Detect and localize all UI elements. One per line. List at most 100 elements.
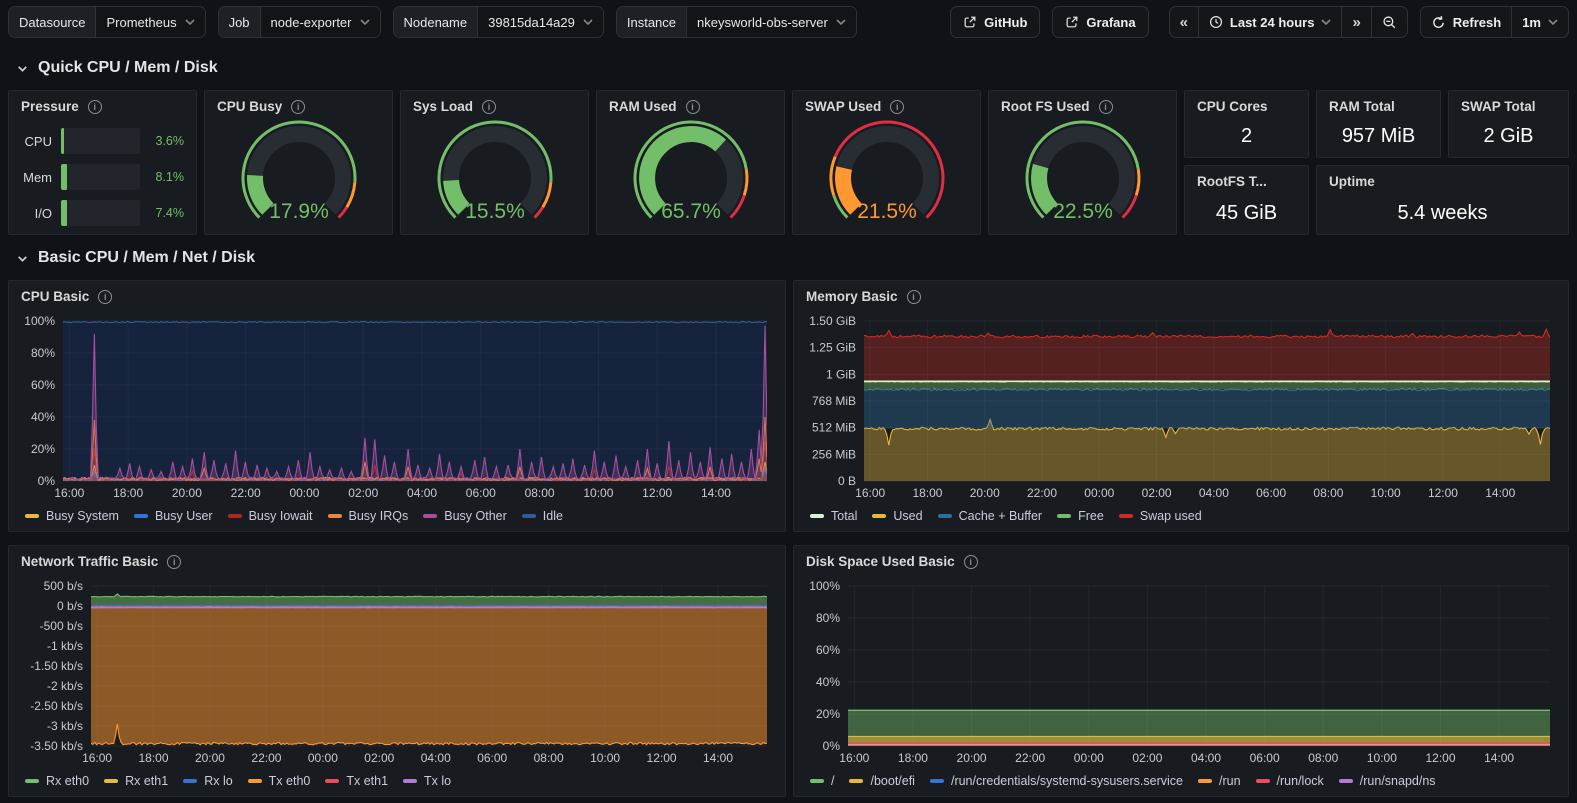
chart-canvas[interactable]: 0%20%40%60%80%100%16:0018:0020:0022:0000… [802, 580, 1560, 768]
legend-item[interactable]: Total [810, 509, 857, 523]
legend-swatch [522, 514, 536, 518]
panel-header[interactable]: CPU Cores [1197, 99, 1268, 114]
legend-item[interactable]: Swap used [1119, 509, 1202, 523]
panel-header[interactable]: Sys Load i [413, 99, 496, 114]
time-shift-back-button[interactable]: « [1170, 7, 1199, 37]
time-shift-forward-button[interactable]: » [1342, 7, 1371, 37]
x-axis-label: 12:00 [642, 486, 672, 500]
zoom-out-icon [1382, 15, 1397, 30]
panel-header[interactable]: CPU Basic i [21, 289, 112, 304]
panel-uptime: Uptime 5.4 weeks [1316, 165, 1569, 235]
legend-label: Tx eth0 [269, 774, 311, 788]
info-icon[interactable]: i [98, 290, 112, 304]
info-icon[interactable]: i [907, 290, 921, 304]
panel-header[interactable]: SWAP Total [1461, 99, 1536, 114]
disk-space-used-basic-chart[interactable]: 0%20%40%60%80%100%16:0018:0020:0022:0000… [802, 580, 1560, 768]
info-icon[interactable]: i [482, 100, 496, 114]
legend-item[interactable]: /run [1198, 774, 1241, 788]
legend-item[interactable]: Rx eth1 [104, 774, 168, 788]
x-axis-label: 22:00 [1027, 486, 1057, 500]
variable-nodename-value[interactable]: 39815da14a29 [478, 7, 603, 37]
y-axis-label: 20% [816, 707, 840, 721]
panel-header[interactable]: RAM Used i [609, 99, 700, 114]
variable-instance-value[interactable]: nkeysworld-obs-server [687, 7, 856, 37]
chart-canvas[interactable]: 0 B256 MiB512 MiB768 MiB1 GiB1.25 GiB1.5… [802, 315, 1560, 503]
legend-item[interactable]: Busy User [134, 509, 213, 523]
legend-item[interactable]: Tx lo [403, 774, 451, 788]
variable-job-value[interactable]: node-exporter [261, 7, 380, 37]
legend-item[interactable]: /boot/efi [849, 774, 914, 788]
refresh-button[interactable]: Refresh [1421, 7, 1512, 37]
panel-header[interactable]: Network Traffic Basic i [21, 554, 181, 569]
panel-header[interactable]: Uptime [1329, 174, 1375, 189]
variable-datasource-value[interactable]: Prometheus [96, 7, 204, 37]
ram-used-gauge: 65.7% [597, 117, 784, 232]
panel-header[interactable]: Disk Space Used Basic i [806, 554, 978, 569]
info-icon[interactable]: i [167, 555, 181, 569]
grafana-link-button[interactable]: Grafana [1052, 6, 1148, 38]
refresh-label: Refresh [1453, 15, 1501, 30]
legend-item[interactable]: / [810, 774, 834, 788]
legend-item[interactable]: Free [1057, 509, 1104, 523]
legend-label: Busy System [46, 509, 119, 523]
memory-basic-chart[interactable]: 0 B256 MiB512 MiB768 MiB1 GiB1.25 GiB1.5… [802, 315, 1560, 503]
legend-item[interactable]: Tx eth0 [248, 774, 311, 788]
info-icon[interactable]: i [686, 100, 700, 114]
legend-item[interactable]: Rx eth0 [25, 774, 89, 788]
legend-item[interactable]: Idle [522, 509, 563, 523]
cpu-basic-chart[interactable]: 0%20%40%60%80%100%16:0018:0020:0022:0000… [17, 315, 777, 503]
gauge-value-text: 21.5% [857, 200, 917, 223]
time-zoom-out-button[interactable] [1372, 7, 1407, 37]
refresh-interval-dropdown[interactable]: 1m [1512, 7, 1568, 37]
legend-item[interactable]: Busy System [25, 509, 119, 523]
panel-root-fs-used: Root FS Used i 22.5% [988, 90, 1177, 235]
panel-header[interactable]: RootFS T... [1197, 174, 1267, 189]
legend-item[interactable]: Busy Iowait [228, 509, 313, 523]
panel-header[interactable]: Pressure i [21, 99, 102, 114]
panel-header[interactable]: Root FS Used i [1001, 99, 1113, 114]
pressure-bar-fill [61, 164, 67, 190]
section-quick-cpu-mem-disk[interactable]: Quick CPU / Mem / Disk [16, 56, 218, 80]
info-icon[interactable]: i [1099, 100, 1113, 114]
x-axis-label: 10:00 [583, 486, 613, 500]
legend-item[interactable]: Busy Other [423, 509, 507, 523]
info-icon[interactable]: i [88, 100, 102, 114]
legend-item[interactable]: Used [872, 509, 922, 523]
legend-label: /run [1219, 774, 1241, 788]
section-basic-cpu-mem-net-disk[interactable]: Basic CPU / Mem / Net / Disk [16, 246, 255, 270]
chart-canvas[interactable]: 0%20%40%60%80%100%16:0018:0020:0022:0000… [17, 315, 777, 503]
legend-item[interactable]: /run/credentials/systemd-sysusers.servic… [930, 774, 1183, 788]
network-traffic-basic-chart[interactable]: 500 b/s0 b/s-500 b/s-1 kb/s-1.50 kb/s-2 … [17, 580, 777, 768]
refresh-controls: Refresh 1m [1420, 6, 1569, 38]
legend-item[interactable]: Tx eth1 [325, 774, 388, 788]
legend-label: Busy IRQs [349, 509, 409, 523]
legend-swatch [248, 779, 262, 783]
x-axis-label: 08:00 [1313, 486, 1343, 500]
section-title: Quick CPU / Mem / Disk [38, 59, 218, 77]
x-axis-label: 02:00 [348, 486, 378, 500]
info-icon[interactable]: i [890, 100, 904, 114]
pressure-label: Mem [21, 170, 61, 185]
legend-label: Rx eth1 [125, 774, 168, 788]
legend-item[interactable]: /run/snapd/ns [1339, 774, 1436, 788]
github-link-button[interactable]: GitHub [950, 6, 1040, 38]
panel-disk-space-used-basic: Disk Space Used Basic i 0%20%40%60%80%10… [793, 545, 1569, 797]
panel-header[interactable]: CPU Busy i [217, 99, 305, 114]
info-icon[interactable]: i [964, 555, 978, 569]
gauge-threshold-arc [830, 157, 834, 196]
x-axis-label: 06:00 [477, 751, 507, 765]
series-area [864, 388, 1550, 428]
legend-item[interactable]: Rx lo [183, 774, 232, 788]
time-range-picker[interactable]: Last 24 hours [1199, 7, 1343, 37]
chart-canvas[interactable]: 500 b/s0 b/s-500 b/s-1 kb/s-1.50 kb/s-2 … [17, 580, 777, 768]
panel-header[interactable]: RAM Total [1329, 99, 1395, 114]
legend-item[interactable]: /run/lock [1256, 774, 1324, 788]
panel-header[interactable]: Memory Basic i [806, 289, 921, 304]
legend-label: Free [1078, 509, 1104, 523]
variable-instance-label: Instance [617, 7, 687, 37]
legend-item[interactable]: Cache + Buffer [938, 509, 1043, 523]
legend-item[interactable]: Busy IRQs [328, 509, 409, 523]
panel-header[interactable]: SWAP Used i [805, 99, 904, 114]
info-icon[interactable]: i [291, 100, 305, 114]
y-axis-label: 256 MiB [812, 447, 856, 461]
